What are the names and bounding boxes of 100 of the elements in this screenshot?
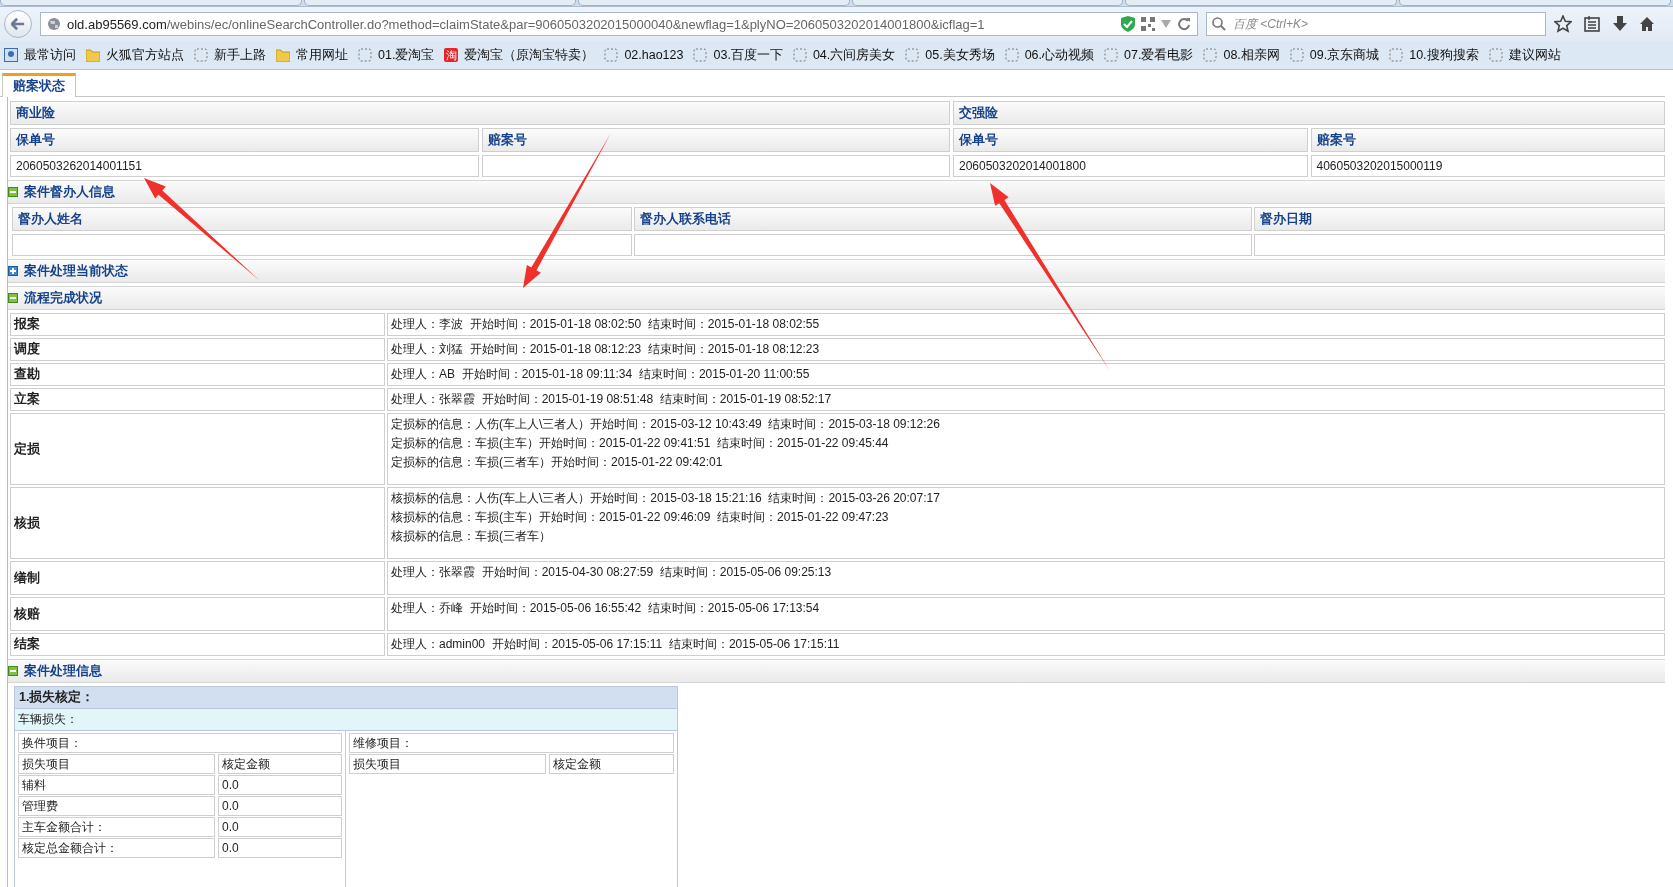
stage-cell: 调度 bbox=[10, 338, 385, 361]
page-icon bbox=[358, 48, 372, 62]
search-field[interactable]: 百度 <Ctrl+K> bbox=[1206, 12, 1546, 36]
panel-title: 1.损失核定： bbox=[15, 687, 677, 709]
stage-cell: 缮制 bbox=[10, 561, 385, 595]
bookmark-item[interactable]: 03.百度一下 bbox=[693, 46, 783, 64]
process-detail: 处理人：AB 开始时间：2015-01-18 09:11:34 结束时间：2015-01-20 11:00:55 bbox=[391, 366, 811, 383]
star-icon[interactable] bbox=[1554, 15, 1572, 33]
page-icon bbox=[792, 48, 807, 62]
stage-cell: 核损 bbox=[10, 487, 385, 559]
column-header: 督办人姓名 bbox=[12, 207, 632, 231]
process-detail: 处理人：李波 开始时间：2015-01-18 08:02:50 结束时间：2015-01-18 08:02:55 bbox=[391, 316, 821, 333]
page-tab[interactable]: 赔案状态 bbox=[2, 73, 76, 97]
table-header: 交强险 bbox=[953, 101, 1665, 125]
column-header: 保单号 bbox=[10, 128, 479, 152]
section-header[interactable]: 案件处理当前状态 bbox=[8, 259, 1665, 283]
history-icon bbox=[4, 48, 18, 62]
bookmark-item[interactable]: 02.hao123 bbox=[604, 48, 684, 62]
stage-cell: 立案 bbox=[10, 388, 385, 411]
bookmark-item[interactable]: 淘 爱淘宝（原淘宝特卖） bbox=[444, 46, 595, 64]
page-icon bbox=[1104, 48, 1119, 62]
url-text: old.ab95569.com/webins/ec/onlineSearchController.do?method=claimState&par=9060503202015000040&newflag=1&plyNO=2060503202014001800&icflag=1 bbox=[67, 16, 985, 32]
bookmark-item[interactable]: 火狐官方站点 bbox=[86, 46, 184, 64]
section-header[interactable]: 流程完成状况 bbox=[8, 286, 1665, 310]
process-detail: 定损标的信息：车损(主车）开始时间：2015-01-22 09:41:51 结束时间：2015-01-22 09:45:44 bbox=[391, 435, 890, 452]
home-icon[interactable] bbox=[1640, 16, 1654, 32]
stage-cell: 查勘 bbox=[10, 363, 385, 386]
table-cell: 管理费 bbox=[18, 796, 215, 816]
column-header: 损失项目 bbox=[349, 754, 546, 774]
page-icon bbox=[1488, 48, 1503, 62]
shield-icon[interactable] bbox=[1121, 16, 1135, 32]
dropdown-icon[interactable] bbox=[1161, 20, 1171, 28]
table-cell: 0.0 bbox=[218, 796, 342, 816]
stage-cell: 结案 bbox=[10, 633, 385, 656]
process-detail: 处理人：admin00 开始时间：2015-05-06 17:15:11 结束时间：2015-05-06 17:15:11 bbox=[391, 636, 841, 653]
bookmark-item[interactable]: 新手上路 bbox=[194, 46, 266, 64]
bookmark-item[interactable]: 建议网站 bbox=[1488, 46, 1561, 64]
page-icon bbox=[1203, 48, 1218, 62]
folder-icon bbox=[86, 48, 100, 62]
stage-cell: 报案 bbox=[10, 313, 385, 336]
process-detail: 核损标的信息：人伤(车上人\三者人）开始时间：2015-03-18 15:21:16 结束时间：2015-03-26 20:07:17 bbox=[391, 490, 941, 507]
address-field[interactable]: old.ab95569.com/webins/ec/onlineSearchController.do?method=claimState&par=9060503202015000040&newflag=1&plyNO=2060503202014001800&icflag=1 bbox=[40, 12, 1198, 36]
process-detail: 核损标的信息：车损(主车）开始时间：2015-01-22 09:46:09 结束时间：2015-01-22 09:47:23 bbox=[391, 509, 890, 526]
section-header[interactable]: 案件处理信息 bbox=[8, 659, 1665, 683]
collapse-icon[interactable] bbox=[8, 187, 18, 197]
process-detail: 定损标的信息：人伤(车上人\三者人）开始时间：2015-03-12 10:43:49 结束时间：2015-03-18 09:12:26 bbox=[391, 416, 941, 433]
process-detail: 处理人：乔峰 开始时间：2015-05-06 16:55:42 结束时间：2015-05-06 17:13:54 bbox=[391, 600, 821, 617]
bookmark-item[interactable]: 07.爱看电影 bbox=[1104, 46, 1194, 64]
folder-icon bbox=[276, 48, 290, 62]
table-header: 商业险 bbox=[10, 101, 950, 125]
page-icon bbox=[1289, 48, 1304, 62]
column-header: 赔案号 bbox=[481, 128, 950, 152]
table-cell: 0.0 bbox=[218, 817, 342, 837]
page-icon bbox=[693, 48, 708, 62]
column-header: 核定金额 bbox=[218, 754, 342, 774]
stage-cell: 定损 bbox=[10, 413, 385, 485]
process-detail: 定损标的信息：车损(三者车）开始时间：2015-01-22 09:42:01 bbox=[391, 454, 724, 471]
taobao-logo-icon: 淘 bbox=[444, 48, 459, 62]
table-header: 维修项目： bbox=[349, 733, 674, 753]
section-header[interactable]: 案件督办人信息 bbox=[8, 180, 1665, 204]
table-cell: 核定总金额合计： bbox=[18, 838, 215, 858]
bookmark-item[interactable]: 04.六间房美女 bbox=[792, 46, 896, 64]
download-icon[interactable] bbox=[1612, 16, 1628, 32]
bookmark-item[interactable]: 06.心动视频 bbox=[1004, 46, 1095, 64]
column-header: 督办日期 bbox=[1254, 207, 1665, 231]
page-icon bbox=[905, 48, 920, 62]
process-detail: 处理人：张翠霞 开始时间：2015-04-30 08:27:59 结束时间：2015-05-06 09:25:13 bbox=[391, 564, 833, 581]
table-cell: 主车金额合计： bbox=[18, 817, 215, 837]
stage-cell: 核赔 bbox=[10, 597, 385, 631]
table-cell: 4060503202015000119 bbox=[1310, 155, 1665, 177]
expand-icon[interactable] bbox=[8, 266, 18, 276]
column-header: 赔案号 bbox=[1310, 128, 1665, 152]
page-icon bbox=[194, 48, 208, 62]
column-header: 保单号 bbox=[953, 128, 1308, 152]
page-icon bbox=[1389, 48, 1404, 62]
table-header: 换件项目： bbox=[18, 733, 342, 753]
collapse-icon[interactable] bbox=[8, 666, 18, 676]
bookmark-item[interactable]: 10.搜狗搜索 bbox=[1389, 46, 1479, 64]
bookmark-item[interactable]: 常用网址 bbox=[276, 46, 348, 64]
back-button[interactable] bbox=[4, 10, 32, 38]
qr-code-icon[interactable] bbox=[1141, 17, 1155, 31]
bookmark-item[interactable]: 08.相亲网 bbox=[1203, 46, 1280, 64]
globe-icon bbox=[47, 17, 61, 31]
page-icon bbox=[604, 48, 619, 62]
collapse-icon[interactable] bbox=[8, 293, 18, 303]
table-cell: 辅料 bbox=[18, 775, 215, 795]
bookmark-item[interactable]: 09.京东商城 bbox=[1289, 46, 1380, 64]
process-detail: 处理人：刘猛 开始时间：2015-01-18 08:12:23 结束时间：2015-01-18 08:12:23 bbox=[391, 341, 821, 358]
reading-list-icon[interactable] bbox=[1584, 16, 1600, 32]
table-cell: 0.0 bbox=[218, 838, 342, 858]
column-header: 督办人联系电话 bbox=[634, 207, 1252, 231]
bookmark-item[interactable]: 05.美女秀场 bbox=[905, 46, 995, 64]
back-icon bbox=[11, 17, 25, 31]
column-header: 损失项目 bbox=[18, 754, 215, 774]
table-cell: 0.0 bbox=[218, 775, 342, 795]
process-detail: 处理人：张翠霞 开始时间：2015-01-19 08:51:48 结束时间：2015-01-19 08:52:17 bbox=[391, 391, 833, 408]
reload-icon[interactable] bbox=[1177, 17, 1191, 31]
bookmark-item[interactable]: 最常访问 bbox=[4, 46, 76, 64]
column-header: 核定金额 bbox=[549, 754, 674, 774]
bookmark-item[interactable]: 01.爱淘宝 bbox=[358, 46, 435, 64]
